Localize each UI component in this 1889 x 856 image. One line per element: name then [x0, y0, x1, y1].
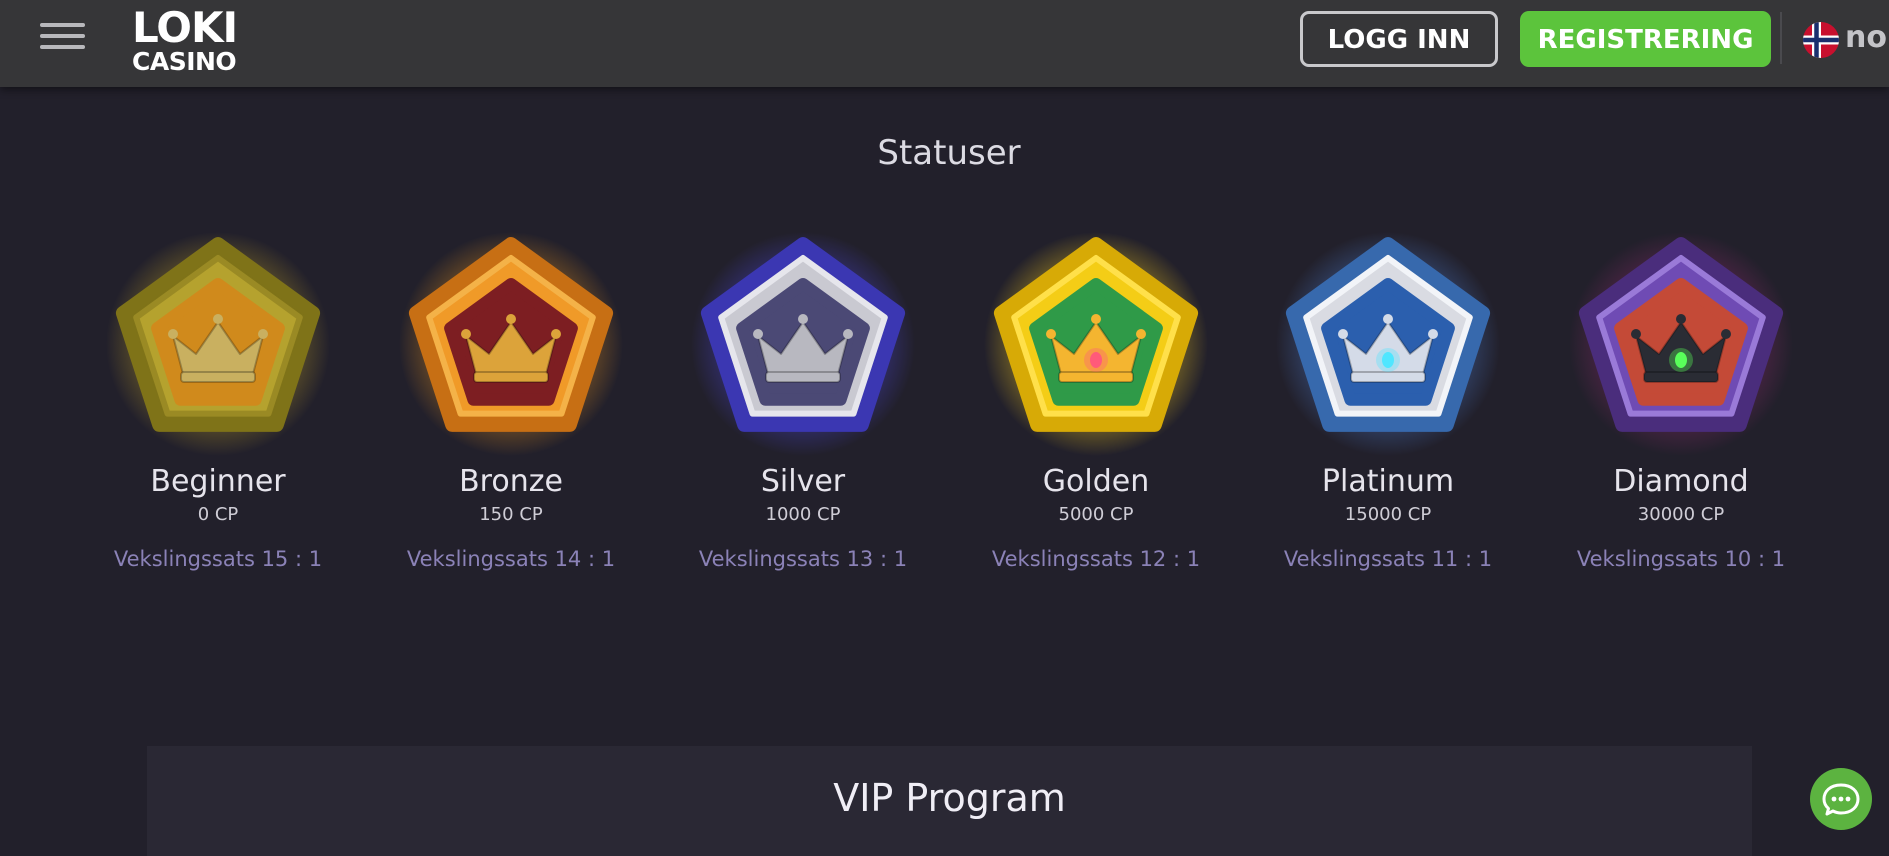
vip-program-heading: VIP Program [833, 776, 1066, 820]
level-exchange-rate: Vekslingssats 13 : 1 [698, 547, 908, 571]
status-level-silver: Silver 1000 CP Vekslingssats 13 : 1 [657, 226, 949, 571]
diamond-crown-badge-icon [1569, 232, 1793, 456]
bronze-crown-badge-icon [399, 232, 623, 456]
status-level-beginner: Beginner 0 CP Vekslingssats 15 : 1 [72, 226, 364, 571]
level-exchange-rate: Vekslingssats 15 : 1 [113, 547, 323, 571]
level-name: Platinum [1321, 464, 1455, 499]
status-level-platinum: Platinum 15000 CP Vekslingssats 11 : 1 [1242, 226, 1534, 571]
login-button[interactable]: LOGG INN [1300, 11, 1498, 67]
level-name: Beginner [150, 464, 286, 499]
loki-casino-logo[interactable]: LOKI CASINO [132, 3, 238, 76]
level-name: Golden [1042, 464, 1150, 499]
status-level-golden: Golden 5000 CP Vekslingssats 12 : 1 [950, 226, 1242, 571]
logo-line-1: LOKI [132, 3, 238, 52]
level-points: 150 CP [479, 504, 543, 525]
level-name: Silver [760, 464, 846, 499]
level-name: Bronze [459, 464, 563, 499]
level-exchange-rate: Vekslingssats 12 : 1 [991, 547, 1201, 571]
status-level-diamond: Diamond 30000 CP Vekslingssats 10 : 1 [1535, 226, 1827, 571]
golden-crown-badge-icon [984, 232, 1208, 456]
level-points: 0 CP [197, 504, 239, 525]
silver-crown-badge-icon [691, 232, 915, 456]
platinum-crown-badge-icon [1276, 232, 1500, 456]
chat-bubble-icon[interactable] [1810, 768, 1872, 830]
logo-line-2: CASINO [132, 47, 237, 76]
level-name: Diamond [1613, 464, 1749, 499]
level-exchange-rate: Vekslingssats 10 : 1 [1576, 547, 1786, 571]
beginner-crown-badge-icon [106, 232, 330, 456]
norway-flag-icon [1803, 22, 1839, 58]
status-level-bronze: Bronze 150 CP Vekslingssats 14 : 1 [365, 226, 657, 571]
vip-program-section: VIP Program [147, 746, 1752, 856]
level-points: 5000 CP [1058, 504, 1134, 525]
language-code: no [1845, 20, 1887, 55]
level-exchange-rate: Vekslingssats 14 : 1 [406, 547, 616, 571]
header-divider [1780, 12, 1782, 64]
site-header: LOKI CASINO LOGG INN REGISTRERING no [0, 0, 1889, 87]
hamburger-menu-icon[interactable] [40, 23, 85, 55]
status-levels: Beginner 0 CP Vekslingssats 15 : 1 Bronz… [0, 0, 1889, 600]
level-exchange-rate: Vekslingssats 11 : 1 [1283, 547, 1493, 571]
level-points: 1000 CP [765, 504, 841, 525]
level-points: 30000 CP [1637, 504, 1725, 525]
level-points: 15000 CP [1344, 504, 1432, 525]
register-button[interactable]: REGISTRERING [1520, 11, 1771, 67]
